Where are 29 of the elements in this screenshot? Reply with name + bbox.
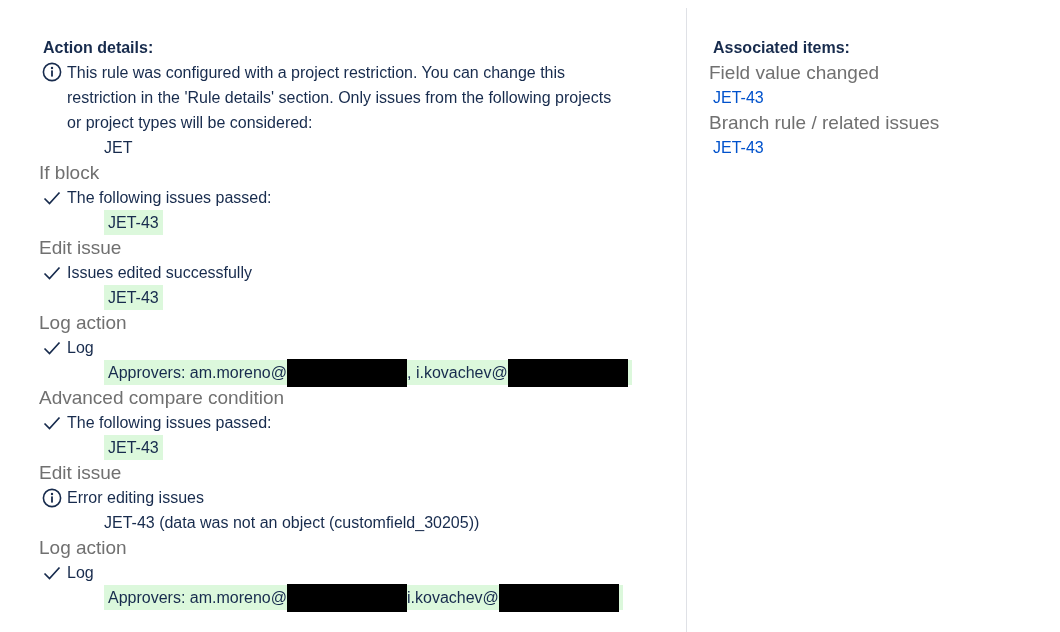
log-text: Approvers: am.moreno@ bbox=[108, 362, 287, 383]
section-title: Log action bbox=[39, 536, 127, 560]
status-message: The following issues passed: bbox=[67, 187, 272, 208]
log-text: Approvers: am.moreno@ bbox=[108, 587, 287, 608]
group-label: Branch rule / related issues bbox=[709, 111, 940, 135]
status-message: Issues edited successfully bbox=[67, 262, 252, 283]
group-label: Field value changed bbox=[709, 61, 880, 85]
section-title: Edit issue bbox=[39, 461, 122, 485]
issue-key: JET-43 bbox=[104, 285, 163, 310]
info-icon bbox=[42, 62, 62, 82]
section-heading: Action details: bbox=[42, 38, 155, 58]
issue-link[interactable]: JET-43 bbox=[709, 135, 764, 160]
section-title: Advanced compare condition bbox=[39, 386, 285, 410]
issue-key: JET-43 bbox=[104, 435, 163, 460]
info-message: This rule was configured with a project restriction. You can change this restriction in the 'Rule details' section. Only issues from the following projects or project types will be considered: bbox=[67, 63, 613, 133]
section-title: Log action bbox=[39, 311, 127, 335]
log-text: , i.kovachev@ bbox=[407, 362, 508, 383]
status-message: The following issues passed: bbox=[67, 412, 272, 433]
section-heading: Associated items: bbox=[712, 38, 851, 58]
section-title: Edit issue bbox=[39, 236, 122, 260]
log-text: i.kovachev@ bbox=[407, 587, 499, 608]
error-detail: JET-43 (data was not an object (customfield_30205)) bbox=[104, 513, 480, 533]
issue-key: JET-43 bbox=[104, 210, 163, 235]
project-key: JET bbox=[39, 135, 133, 160]
issue-link[interactable]: JET-43 bbox=[709, 85, 764, 110]
status-message: Log bbox=[67, 337, 94, 358]
section-title: If block bbox=[39, 161, 100, 185]
status-message: Log bbox=[67, 562, 94, 583]
status-message: Error editing issues bbox=[67, 487, 204, 508]
